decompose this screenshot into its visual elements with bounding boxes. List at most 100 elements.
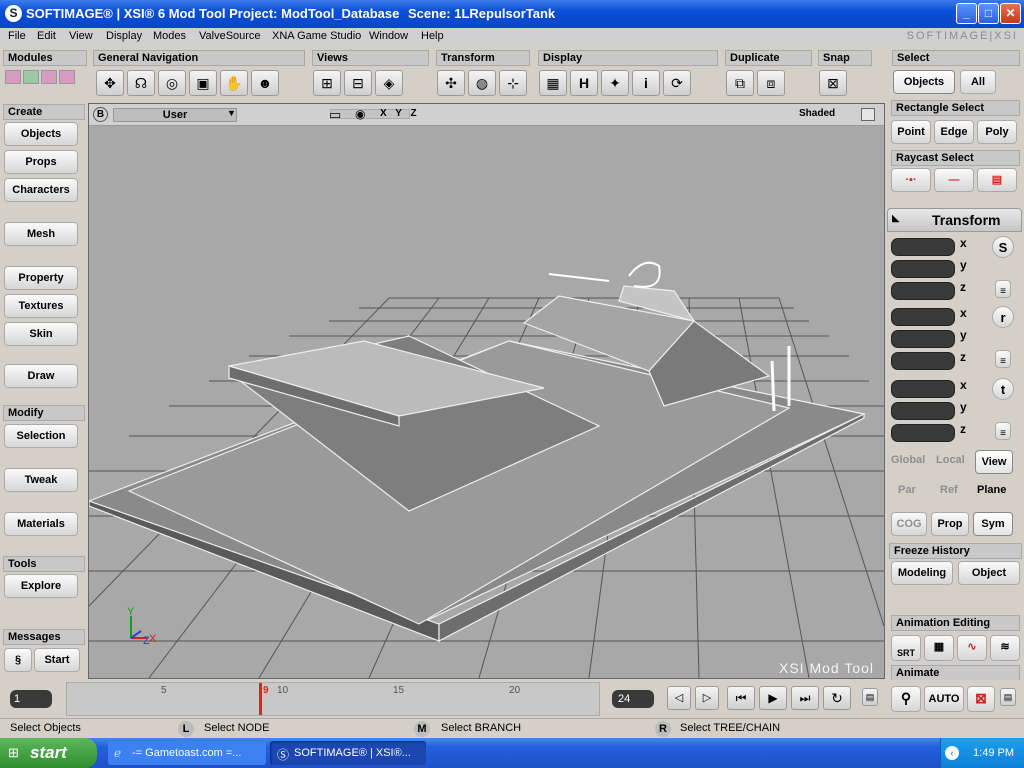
translate-gizmo-icon[interactable]: ✣ <box>437 70 465 96</box>
module-tab-green[interactable] <box>23 70 39 84</box>
draw-button[interactable]: Draw <box>4 364 78 388</box>
create-mesh-button[interactable]: Mesh <box>4 222 78 246</box>
hide-button[interactable]: H <box>570 70 598 96</box>
ref-plane-option[interactable]: Plane <box>977 484 1006 496</box>
display-mode-select[interactable]: Shaded <box>799 108 835 119</box>
pan-icon[interactable]: ✋ <box>220 70 248 96</box>
rotate-lock-icon[interactable]: ≡ <box>995 350 1011 368</box>
create-objects-button[interactable]: Objects <box>4 122 78 146</box>
dolly-icon[interactable]: ◎ <box>158 70 186 96</box>
softimage-app-icon[interactable]: S <box>5 5 22 22</box>
scale-lock-icon[interactable]: ≡ <box>995 280 1011 298</box>
rotate-mode-button[interactable]: r <box>992 306 1014 328</box>
scale-x-field[interactable] <box>891 238 955 256</box>
animation-layers-icon[interactable]: ≋ <box>990 635 1020 661</box>
schematic-icon[interactable]: ⊞ <box>313 70 341 96</box>
auto-key-button[interactable]: AUTO <box>924 686 964 712</box>
select-edge-button[interactable]: Edge <box>934 120 974 144</box>
module-tab-pink-2[interactable] <box>41 70 57 84</box>
taskbar-item-softimage[interactable]: SOFTIMAGE® | XSI®... <box>270 741 426 765</box>
camera-icon[interactable]: ▭ <box>329 107 341 123</box>
menu-window[interactable]: Window <box>369 30 408 42</box>
menu-help[interactable]: Help <box>421 30 444 42</box>
module-tab-pink[interactable] <box>5 70 21 84</box>
instance-icon[interactable]: ⧈ <box>757 70 785 96</box>
refresh-icon[interactable]: ⟳ <box>663 70 691 96</box>
collapse-arrow-icon[interactable]: ◣ <box>892 213 900 224</box>
clock[interactable]: 1:49 PM <box>973 747 1014 759</box>
rotate-y-field[interactable] <box>891 330 955 348</box>
ref-local-option[interactable]: Local <box>936 454 965 466</box>
viewport-camera-select[interactable]: User <box>113 108 237 122</box>
next-frame-icon[interactable]: ▷ <box>695 686 719 710</box>
tray-expand-icon[interactable]: ‹ <box>945 746 959 760</box>
module-tab-pink-3[interactable] <box>59 70 75 84</box>
remove-key-icon[interactable]: ⊠ <box>967 686 995 712</box>
playhead[interactable] <box>259 683 262 715</box>
modify-materials-button[interactable]: Materials <box>4 512 78 536</box>
snap-grid-icon[interactable]: ⊠ <box>819 70 847 96</box>
create-props-button[interactable]: Props <box>4 150 78 174</box>
freeze-modeling-button[interactable]: Modeling <box>891 561 953 585</box>
sym-button[interactable]: Sym <box>973 512 1013 536</box>
last-frame-icon[interactable]: ⏭ <box>791 686 819 710</box>
create-skin-button[interactable]: Skin <box>4 322 78 346</box>
maximize-viewport-icon[interactable] <box>861 108 875 121</box>
freeze-object-button[interactable]: Object <box>958 561 1020 585</box>
start-script-button[interactable]: Start <box>34 648 80 672</box>
ref-global-option[interactable]: Global <box>891 454 925 466</box>
info-button[interactable]: i <box>632 70 660 96</box>
xyz-view-buttons[interactable]: X Y Z <box>380 108 420 119</box>
zoom-frame-icon[interactable]: ▣ <box>189 70 217 96</box>
ref-view-button[interactable]: View <box>975 450 1013 474</box>
raycast-poly-icon[interactable]: ▤ <box>977 168 1017 192</box>
menu-view[interactable]: View <box>69 30 93 42</box>
rotate-x-field[interactable] <box>891 308 955 326</box>
select-point-button[interactable]: Point <box>891 120 931 144</box>
translate-z-field[interactable] <box>891 424 955 442</box>
grid-icon[interactable]: ▦ <box>539 70 567 96</box>
prop-button[interactable]: Prop <box>931 512 969 536</box>
tools-explore-button[interactable]: Explore <box>4 574 78 598</box>
light-icon[interactable]: ✦ <box>601 70 629 96</box>
taskbar-item-gametoast[interactable]: -= Gametoast.com =... <box>108 741 266 765</box>
select-poly-button[interactable]: Poly <box>977 120 1017 144</box>
menu-modes[interactable]: Modes <box>153 30 186 42</box>
first-frame-icon[interactable]: ⏮ <box>727 686 755 710</box>
menu-file[interactable]: File <box>8 30 26 42</box>
translate-lock-icon[interactable]: ≡ <box>995 422 1011 440</box>
viewport-b-button[interactable]: B <box>93 107 108 122</box>
raycast-point-icon[interactable]: ·▪· <box>891 168 931 192</box>
ref-ref-option[interactable]: Ref <box>940 484 958 496</box>
create-property-button[interactable]: Property <box>4 266 78 290</box>
rotate-gizmo-icon[interactable]: ◍ <box>468 70 496 96</box>
3d-viewport[interactable]: B User ▼ ▭ ◉ X Y Z Shaded Y X Z XSI Mod … <box>88 103 885 679</box>
modify-selection-button[interactable]: Selection <box>4 424 78 448</box>
translate-mode-button[interactable]: t <box>992 378 1014 400</box>
modify-tweak-button[interactable]: Tweak <box>4 468 78 492</box>
cog-button[interactable]: COG <box>891 512 927 536</box>
scale-y-field[interactable] <box>891 260 955 278</box>
eye-icon[interactable]: ◉ <box>355 107 365 121</box>
current-frame-field[interactable]: 1 <box>10 690 52 708</box>
ref-par-option[interactable]: Par <box>898 484 916 496</box>
duplicate-icon[interactable]: ⧉ <box>726 70 754 96</box>
prev-frame-icon[interactable]: ◁ <box>667 686 691 710</box>
play-icon[interactable]: ▶ <box>759 686 787 710</box>
menu-display[interactable]: Display <box>106 30 142 42</box>
close-button[interactable]: ✕ <box>1000 3 1021 24</box>
maximize-button[interactable]: □ <box>978 3 999 24</box>
fcurve-editor-icon[interactable]: ∿ <box>957 635 987 661</box>
loop-icon[interactable]: ↻ <box>823 686 851 710</box>
create-textures-button[interactable]: Textures <box>4 294 78 318</box>
raycast-edge-icon[interactable]: — <box>934 168 974 192</box>
playback-options-icon[interactable]: ▤ <box>862 688 878 706</box>
scale-gizmo-icon[interactable]: ⊹ <box>499 70 527 96</box>
minimize-button[interactable]: _ <box>956 3 977 24</box>
hierarchy-icon[interactable]: ⊟ <box>344 70 372 96</box>
walk-icon[interactable]: ☻ <box>251 70 279 96</box>
scale-mode-button[interactable]: S <box>992 236 1014 258</box>
menu-valvesource[interactable]: ValveSource <box>199 30 261 42</box>
script-editor-icon[interactable]: § <box>4 648 32 672</box>
keyframe-icon[interactable]: ⚲ <box>891 686 921 712</box>
